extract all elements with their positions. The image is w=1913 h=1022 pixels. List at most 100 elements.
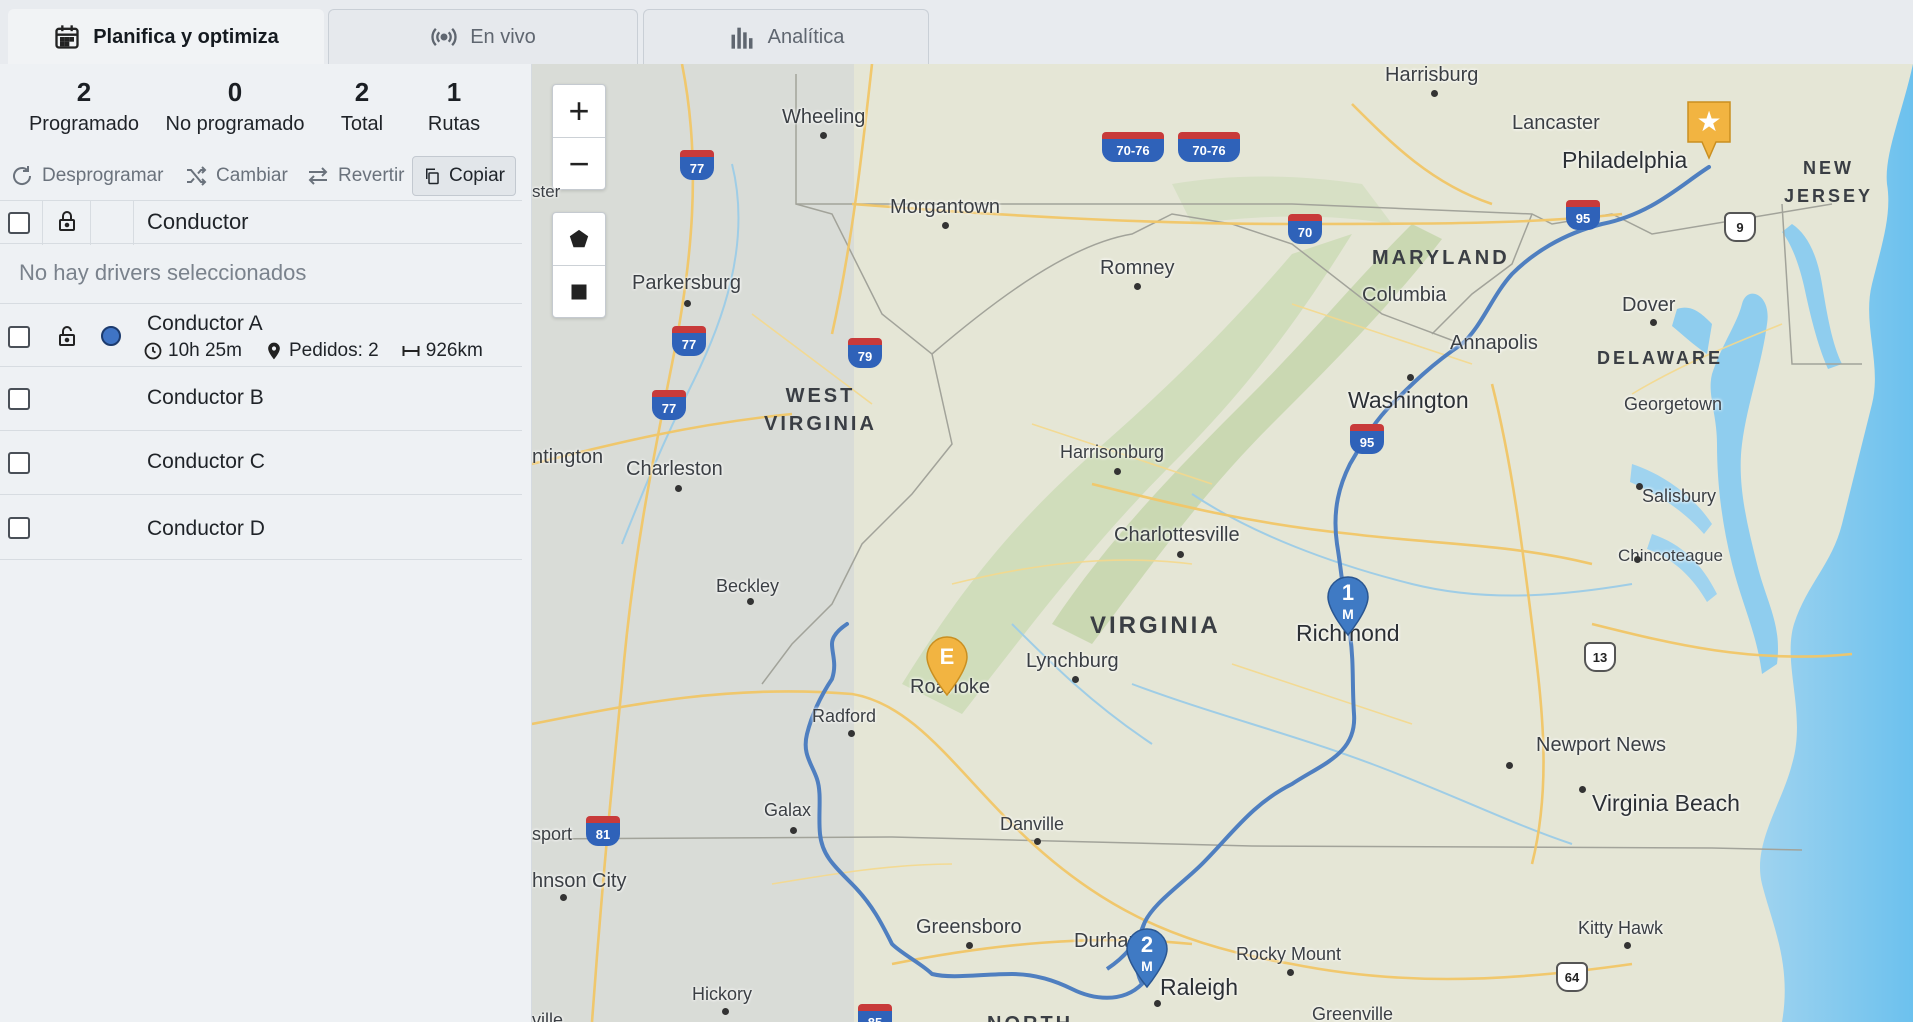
copy-button[interactable]: Copiar [412, 156, 516, 196]
city-dot [1634, 556, 1641, 563]
change-button[interactable]: Cambiar [184, 156, 288, 196]
unlock-icon[interactable] [55, 324, 79, 348]
duration-metric: 10h 25m [143, 340, 242, 362]
table-row[interactable]: Conductor D [0, 496, 522, 560]
lock-icon[interactable] [55, 209, 79, 233]
rectangle-draw-button[interactable] [553, 265, 605, 317]
summary-stats: 2 Programado 0 No programado 2 Total 1 R… [0, 74, 532, 150]
city-dot [1154, 1000, 1161, 1007]
route-map[interactable]: + − WEST VIRGINIA VIRGINIA MARYLAND DELAW… [532, 64, 1913, 1022]
shuffle-icon [187, 166, 207, 186]
zoom-controls: + − [552, 84, 606, 190]
city-label: Romney [1100, 257, 1175, 279]
table-header: Conductor [0, 200, 522, 245]
city-dot [1287, 969, 1294, 976]
table-row[interactable]: Conductor B [0, 368, 522, 431]
row-checkbox[interactable] [8, 388, 30, 410]
city-label: Newport News [1536, 734, 1667, 756]
stop-number: 1 [1341, 580, 1355, 605]
stat-label: No programado [165, 113, 305, 135]
city-label: Galax [764, 800, 812, 820]
stat-unscheduled: 0 No programado [160, 74, 310, 138]
stat-routes: 1 Rutas [414, 74, 494, 138]
row-checkbox[interactable] [8, 326, 30, 348]
orders-value: Pedidos: 2 [288, 340, 379, 361]
revert-button[interactable]: Revertir [306, 156, 405, 196]
city-label: Dover [1622, 294, 1676, 316]
table-row[interactable]: Conductor A 10h 25m Pedidos: 2 926km [0, 305, 522, 367]
stop-pin-2[interactable]: 2 M [1126, 928, 1168, 989]
top-tab-bar: Planifica y optimiza En vivo Analítica [0, 0, 1913, 64]
city-dot [675, 485, 682, 492]
polygon-draw-button[interactable] [553, 213, 605, 265]
end-pin[interactable]: E [926, 636, 968, 697]
interstate-shield: 85 [858, 1004, 892, 1022]
city-dot [1650, 319, 1657, 326]
draw-tools [552, 212, 606, 318]
driver-column-header: Conductor [147, 209, 249, 234]
tab-analytics[interactable]: Analítica [643, 9, 929, 64]
interstate-shield: 77 [652, 390, 686, 420]
stop-type: M [1141, 958, 1153, 974]
zoom-in-button[interactable]: + [553, 85, 605, 137]
revert-label: Revertir [338, 165, 405, 186]
city-dot [1177, 551, 1184, 558]
state-label: MARYLAND [1372, 247, 1510, 269]
calendar-icon [55, 25, 79, 49]
stat-scheduled: 2 Programado [24, 74, 144, 138]
driver-color-dot [101, 326, 121, 346]
row-checkbox[interactable] [8, 517, 30, 539]
tab-label: En vivo [470, 25, 536, 48]
city-label: Chincoteague [1618, 546, 1723, 565]
empty-selection-message: No hay drivers seleccionados [0, 244, 522, 304]
column-divider [42, 201, 43, 245]
city-label: Morgantown [890, 196, 1001, 218]
city-dot [1579, 786, 1586, 793]
city-dot [1407, 374, 1414, 381]
unschedule-button[interactable]: Desprogramar [10, 156, 163, 196]
interstate-shield: 81 [586, 816, 620, 846]
stop-pin-1[interactable]: 1 M [1327, 576, 1369, 637]
polygon-draw-icon [569, 229, 589, 248]
zoom-out-button[interactable]: − [553, 137, 605, 189]
city-label: ville [532, 1010, 564, 1022]
tab-label: Analítica [767, 25, 845, 48]
city-label: Salisbury [1642, 486, 1717, 506]
city-label: Georgetown [1624, 394, 1723, 414]
stat-value: 1 [446, 77, 462, 107]
tab-live[interactable]: En vivo [328, 9, 638, 64]
star-icon: ★ [1696, 106, 1722, 137]
state-label: NORTH [987, 1010, 1073, 1022]
bar-chart-icon [731, 27, 753, 49]
interstate-shield: 70 [1288, 214, 1322, 244]
city-dot [820, 132, 827, 139]
city-label: Lynchburg [1026, 650, 1119, 672]
city-dot [1431, 90, 1438, 97]
stat-total: 2 Total [322, 74, 402, 138]
copy-label: Copiar [449, 165, 505, 186]
state-label: WEST VIRGINIA [764, 385, 877, 435]
city-label: Hickory [692, 984, 753, 1004]
stat-label: Total [340, 113, 384, 135]
select-all-checkbox[interactable] [8, 212, 30, 234]
us-route-shield: 64 [1556, 962, 1588, 992]
table-row[interactable]: Conductor C [0, 432, 522, 495]
driver-name: Conductor A [147, 312, 263, 335]
driver-name: Conductor C [147, 450, 265, 473]
city-dot [966, 942, 973, 949]
city-label: ntington [532, 446, 604, 468]
driver-metrics: 10h 25m Pedidos: 2 926km [143, 340, 505, 362]
city-dot [1134, 283, 1141, 290]
us-route-shield: 13 [1584, 642, 1616, 672]
swap-arrows-icon [308, 167, 328, 185]
city-label: Greensboro [916, 916, 1022, 938]
city-label: Harrisonburg [1060, 442, 1165, 462]
city-dot [747, 598, 754, 605]
row-checkbox[interactable] [8, 452, 30, 474]
tab-label: Planifica y optimiza [93, 25, 279, 48]
city-dot [790, 827, 797, 834]
copy-icon [426, 168, 439, 185]
tab-plan-optimize[interactable]: Planifica y optimiza [8, 9, 324, 64]
depot-pin[interactable]: ★ [1686, 100, 1732, 160]
interstate-shield: 70-76 [1178, 132, 1240, 162]
